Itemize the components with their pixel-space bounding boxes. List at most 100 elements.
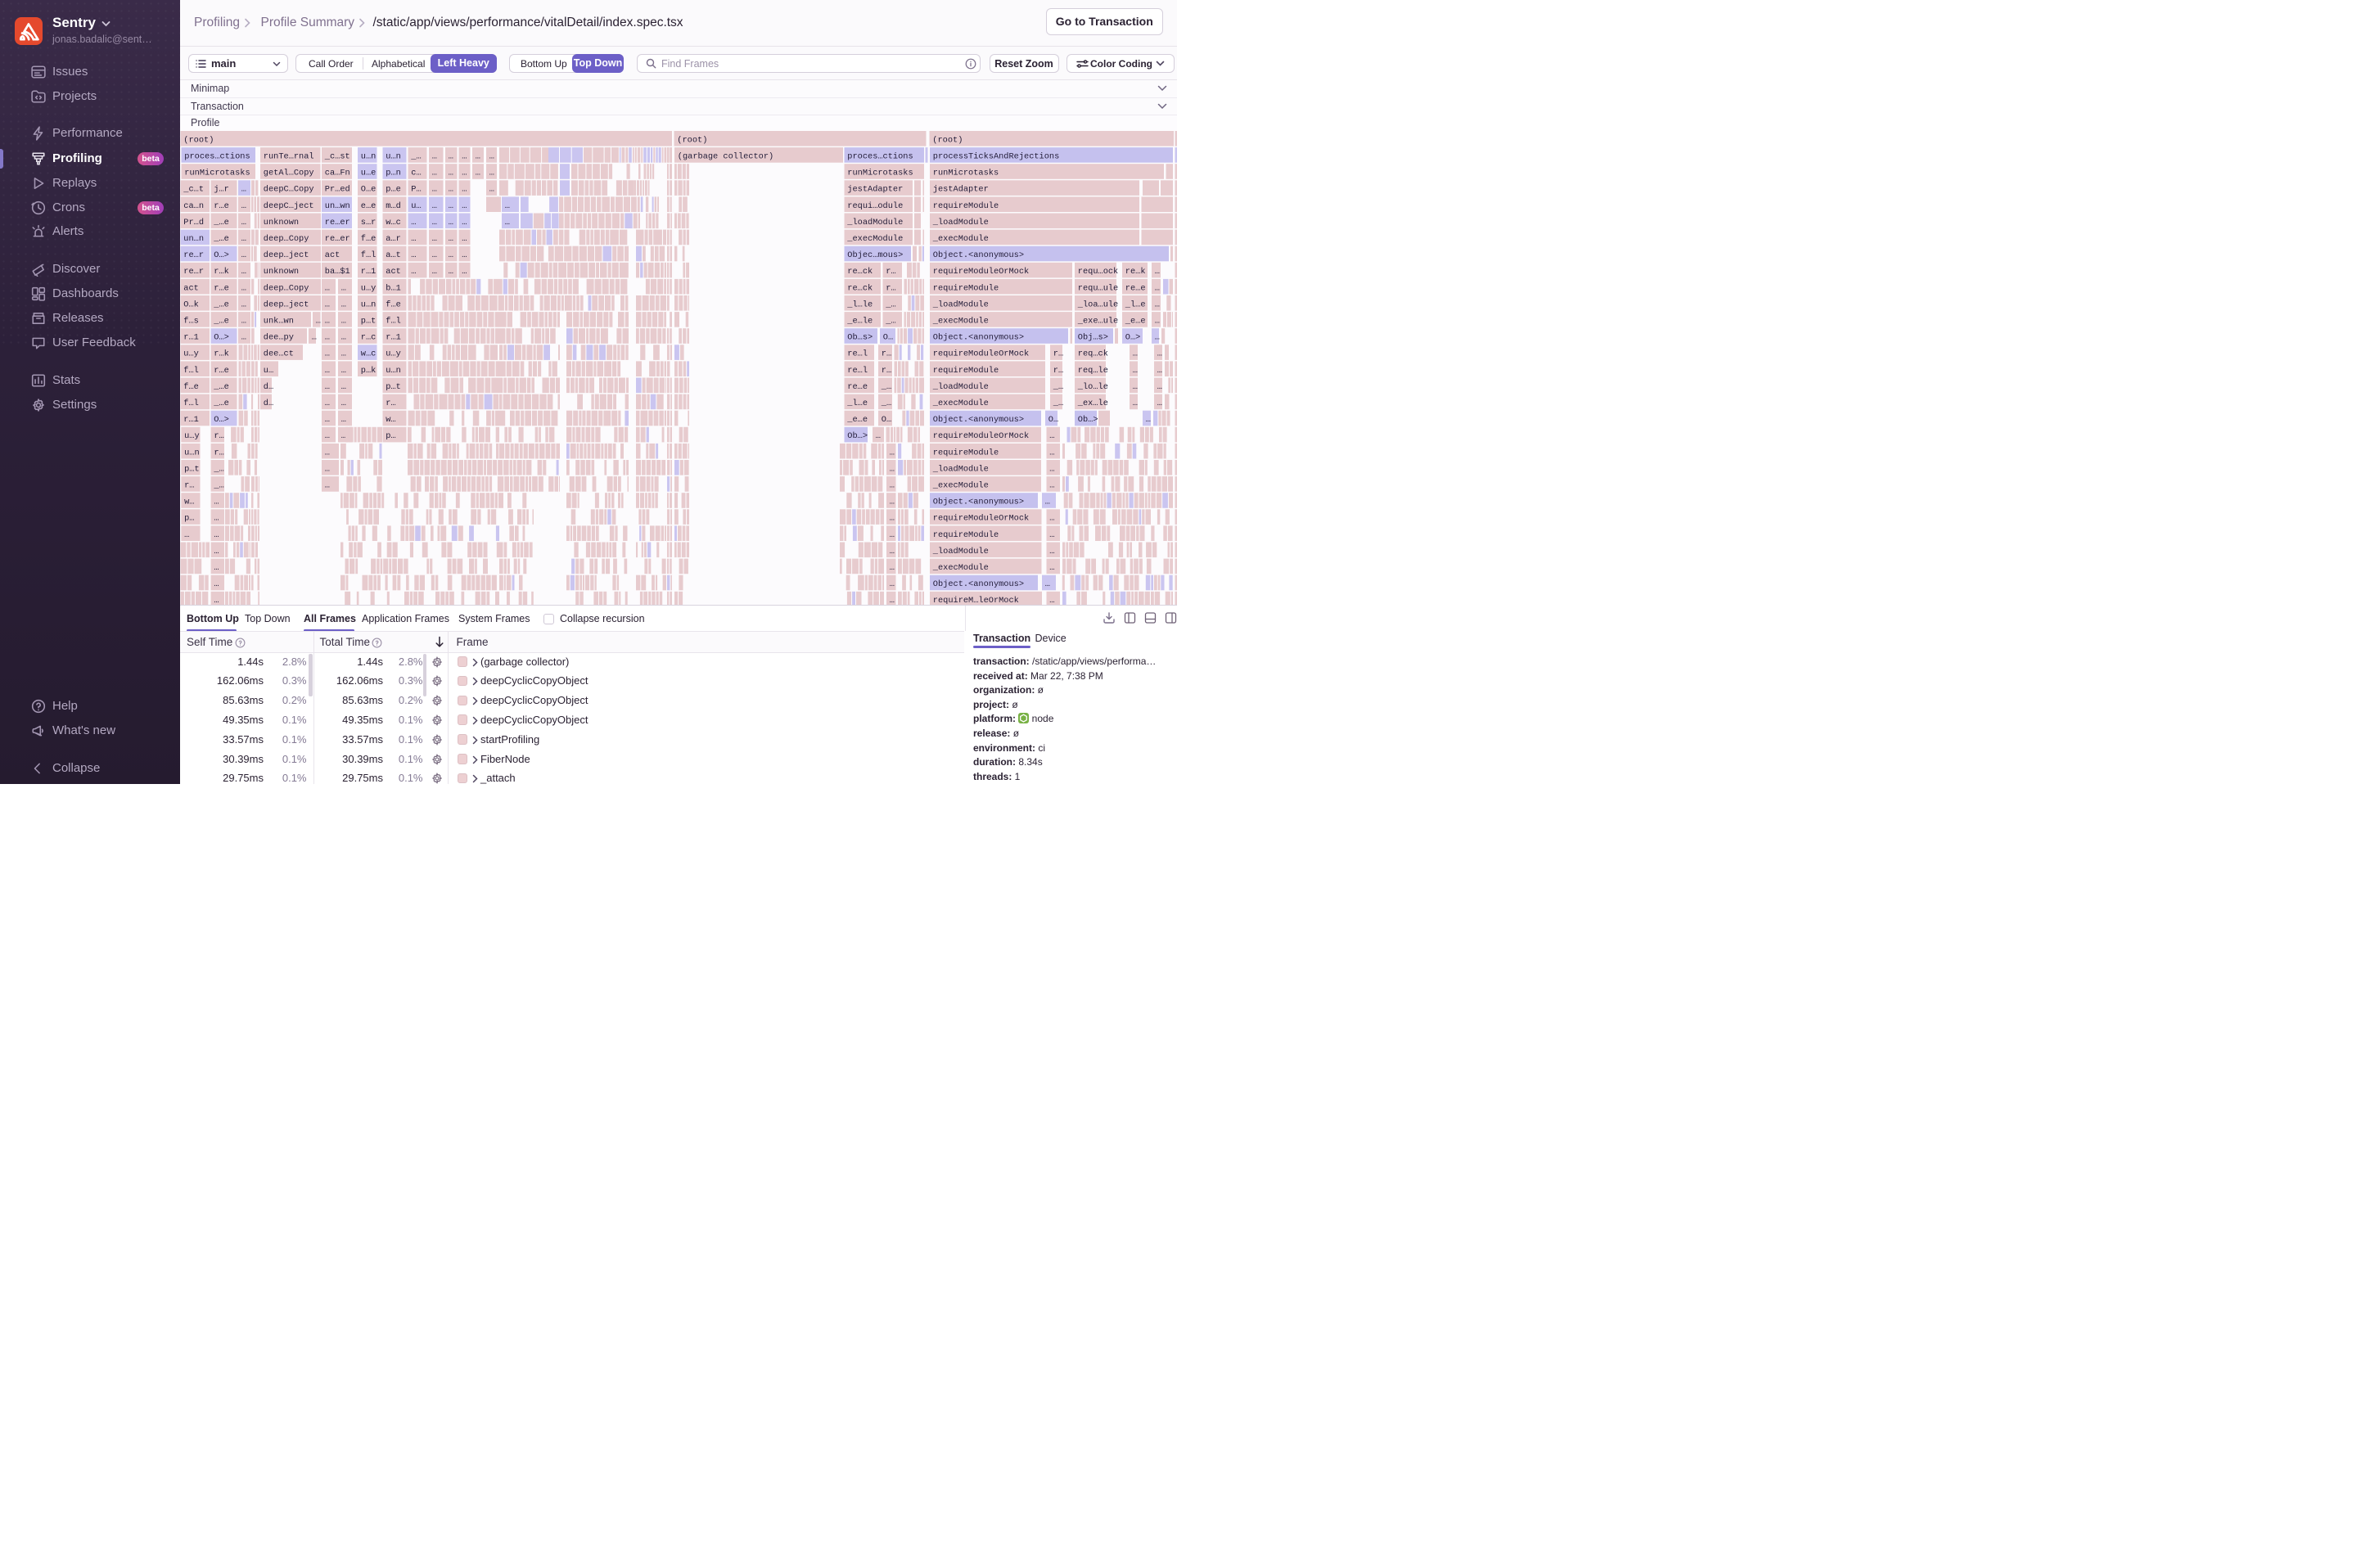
svg-text:f…s: f…s	[183, 316, 199, 326]
svg-text:_…e: _…e	[213, 217, 229, 227]
svg-text:deep…Copy: deep…Copy	[264, 283, 309, 293]
svg-text:f…l: f…l	[183, 365, 199, 375]
svg-text:…: …	[411, 267, 416, 277]
svg-text:…: …	[462, 250, 467, 260]
svg-text:O…: O…	[883, 332, 893, 342]
svg-text:_c…st: _c…st	[324, 151, 350, 161]
svg-text:O…: O…	[1048, 415, 1058, 425]
svg-text:…: …	[1049, 513, 1054, 523]
svg-text:Object.<anonymous>: Object.<anonymous>	[933, 579, 1024, 589]
svg-text:requireModuleOrMock: requireModuleOrMock	[933, 267, 1029, 277]
svg-text:re…l: re…l	[847, 349, 868, 358]
svg-text:…: …	[214, 563, 219, 573]
svg-text:Obj…s>: Obj…s>	[1078, 332, 1108, 342]
svg-text:f…l: f…l	[386, 316, 401, 326]
svg-text:_execModule: _execModule	[932, 563, 989, 573]
svg-text:O…k: O…k	[183, 300, 199, 309]
svg-text:…: …	[890, 497, 895, 507]
svg-text:_…e: _…e	[213, 234, 229, 244]
svg-text:r…: r…	[214, 431, 223, 441]
svg-text:…: …	[432, 250, 437, 260]
svg-text:s…r: s…r	[361, 217, 377, 227]
svg-text:…: …	[325, 448, 330, 457]
svg-text:w…: w…	[386, 415, 395, 425]
svg-text:_l…le: _l…le	[846, 300, 873, 309]
svg-text:unknown: unknown	[264, 217, 299, 227]
svg-text:…: …	[1049, 464, 1054, 474]
svg-text:O…>: O…>	[214, 415, 229, 425]
svg-text:…: …	[890, 579, 895, 589]
svg-text:re…e: re…e	[1125, 283, 1146, 293]
svg-text:_loadModule: _loadModule	[932, 217, 989, 227]
svg-text:…: …	[890, 546, 895, 556]
svg-text:…: …	[241, 316, 246, 326]
svg-text:re…er: re…er	[325, 234, 350, 244]
svg-text:Objec…mous>: Objec…mous>	[847, 250, 903, 260]
svg-text:proces…ctions: proces…ctions	[184, 151, 250, 161]
svg-text:…: …	[1157, 365, 1162, 375]
svg-text:p…t: p…t	[361, 316, 377, 326]
svg-text:(root): (root)	[183, 135, 214, 145]
svg-text:Ob…>: Ob…>	[847, 431, 868, 441]
svg-text:Ob…s>: Ob…s>	[847, 332, 873, 342]
svg-text:Ob…>: Ob…>	[1078, 415, 1098, 425]
svg-text:…: …	[241, 234, 246, 244]
svg-text:_execModule: _execModule	[932, 234, 989, 244]
svg-text:p…k: p…k	[361, 365, 377, 375]
svg-text:_loa…ule: _loa…ule	[1077, 300, 1118, 309]
svg-text:deep…ject: deep…ject	[264, 250, 309, 260]
svg-text:b…1: b…1	[386, 283, 401, 293]
svg-text:…: …	[505, 217, 510, 227]
svg-text:…: …	[241, 283, 246, 293]
svg-text:…: …	[1049, 596, 1054, 606]
svg-text:…: …	[325, 480, 330, 490]
svg-text:…: …	[876, 431, 881, 441]
svg-text:_…e: _…e	[213, 381, 229, 391]
svg-text:_exe…ule: _exe…ule	[1077, 316, 1118, 326]
svg-text:p…t: p…t	[386, 381, 401, 391]
svg-text:_loadModule: _loadModule	[932, 464, 989, 474]
svg-text:(root): (root)	[932, 135, 963, 145]
svg-text:m…d: m…d	[386, 201, 401, 210]
svg-text:_loadModule: _loadModule	[932, 546, 989, 556]
svg-text:Pr…d: Pr…d	[183, 217, 204, 227]
svg-text:r…1: r…1	[361, 267, 377, 277]
svg-text:re…k: re…k	[1125, 267, 1146, 277]
svg-text:…: …	[449, 217, 453, 227]
svg-text:_…: _…	[1053, 399, 1063, 408]
svg-text:_…e: _…e	[213, 300, 229, 309]
svg-text:…: …	[325, 316, 330, 326]
svg-text:…: …	[890, 563, 895, 573]
svg-text:…: …	[1049, 431, 1054, 441]
svg-text:_loadModule: _loadModule	[932, 300, 989, 309]
svg-text:ca…Fn: ca…Fn	[325, 168, 350, 178]
svg-text:…: …	[214, 529, 219, 539]
svg-text:act: act	[325, 250, 340, 260]
svg-text:r…k: r…k	[214, 267, 229, 277]
svg-text:deepC…ject: deepC…ject	[264, 201, 314, 210]
svg-text:r…: r…	[882, 349, 891, 358]
svg-text:O…: O…	[882, 415, 891, 425]
svg-text:…: …	[449, 267, 453, 277]
svg-text:deepC…Copy: deepC…Copy	[264, 184, 314, 194]
svg-text:_…: _…	[885, 300, 895, 309]
svg-text:r…e: r…e	[214, 365, 229, 375]
svg-text:Object.<anonymous>: Object.<anonymous>	[933, 497, 1024, 507]
svg-text:requireModule: requireModule	[933, 283, 999, 293]
svg-text:…: …	[1045, 497, 1050, 507]
svg-text:deep…ject: deep…ject	[264, 300, 309, 309]
svg-text:a…t: a…t	[386, 250, 401, 260]
svg-text:r…: r…	[184, 480, 194, 490]
svg-text:_loadModule: _loadModule	[846, 217, 903, 227]
svg-text:…: …	[1157, 399, 1162, 408]
svg-text:f…e: f…e	[183, 381, 199, 391]
svg-text:req…le: req…le	[1078, 365, 1108, 375]
svg-text:req…ck: req…ck	[1078, 349, 1108, 358]
svg-text:u…n: u…n	[184, 448, 200, 457]
svg-text:requireM…leOrMock: requireM…leOrMock	[933, 596, 1019, 606]
svg-text:…: …	[462, 217, 467, 227]
svg-text:_ex…le: _ex…le	[1077, 399, 1108, 408]
svg-text:u…: u…	[264, 365, 273, 375]
svg-text:…: …	[214, 596, 219, 606]
svg-text:r…k: r…k	[214, 349, 229, 358]
